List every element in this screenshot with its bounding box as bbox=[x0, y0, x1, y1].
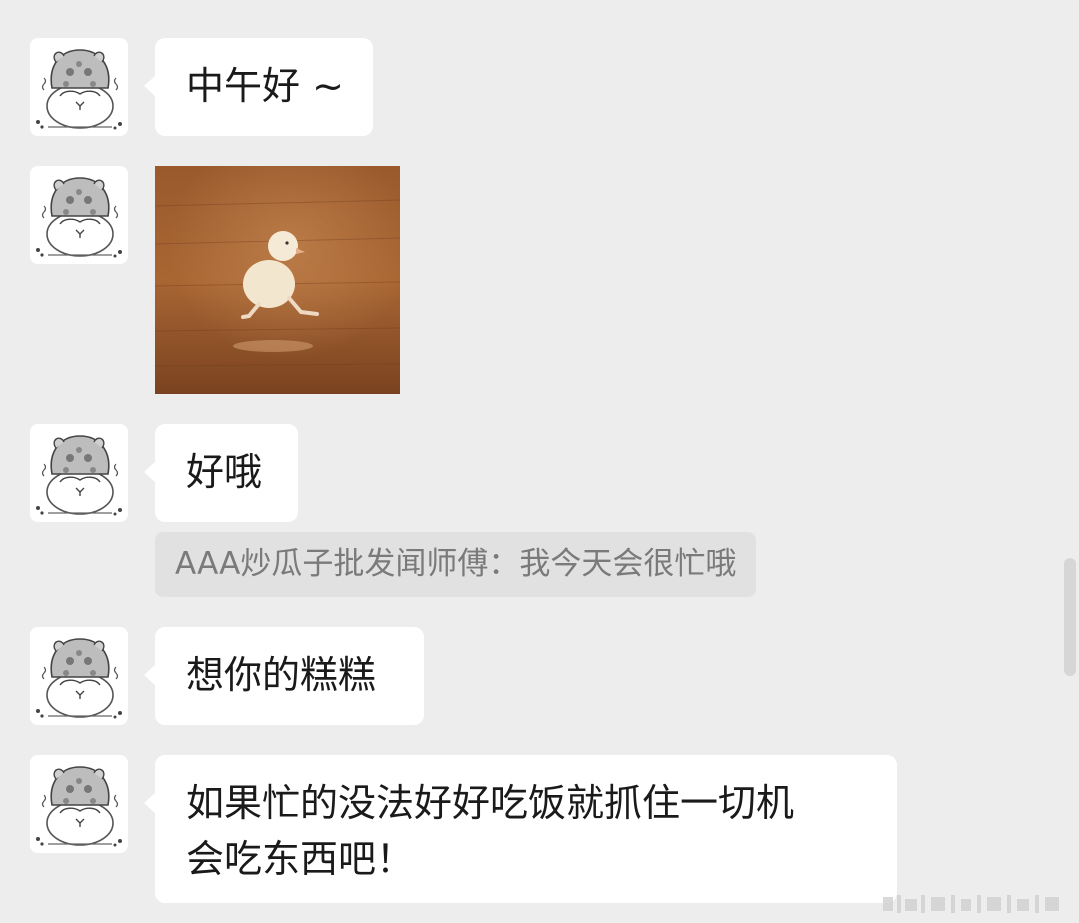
message-text-line: 会吃东西吧！ bbox=[186, 837, 415, 881]
hamster-avatar-icon[interactable] bbox=[30, 755, 128, 853]
message-bubble[interactable]: 如果忙的没法好好吃饭就抓住一切机 会吃东西吧！ bbox=[144, 755, 897, 903]
watermark-icon bbox=[883, 895, 1059, 913]
hamster-avatar-icon[interactable] bbox=[30, 38, 128, 136]
message-text-line: 如果忙的没法好好吃饭就抓住一切机 bbox=[186, 781, 795, 825]
message-bubble[interactable]: 想你的糕糕 bbox=[144, 627, 424, 725]
message-bubble[interactable]: 中午好 ~ bbox=[144, 38, 373, 136]
quoted-message[interactable]: AAA炒瓜子批发闻师傅：我今天会很忙哦 bbox=[155, 532, 757, 597]
message-bubble[interactable]: 好哦 bbox=[144, 424, 298, 522]
message-text: 想你的糕糕 bbox=[186, 653, 377, 697]
hamster-avatar-icon[interactable] bbox=[30, 627, 128, 725]
message-text: 中午好 ~ bbox=[186, 64, 344, 108]
duckling-photo[interactable] bbox=[155, 166, 400, 394]
hamster-avatar-icon[interactable] bbox=[30, 166, 128, 264]
hamster-avatar-icon[interactable] bbox=[30, 424, 128, 522]
scrollbar-thumb[interactable] bbox=[1064, 558, 1076, 676]
message-text: 好哦 bbox=[186, 450, 263, 494]
quote-text: AAA炒瓜子批发闻师傅：我今天会很忙哦 bbox=[175, 546, 737, 582]
